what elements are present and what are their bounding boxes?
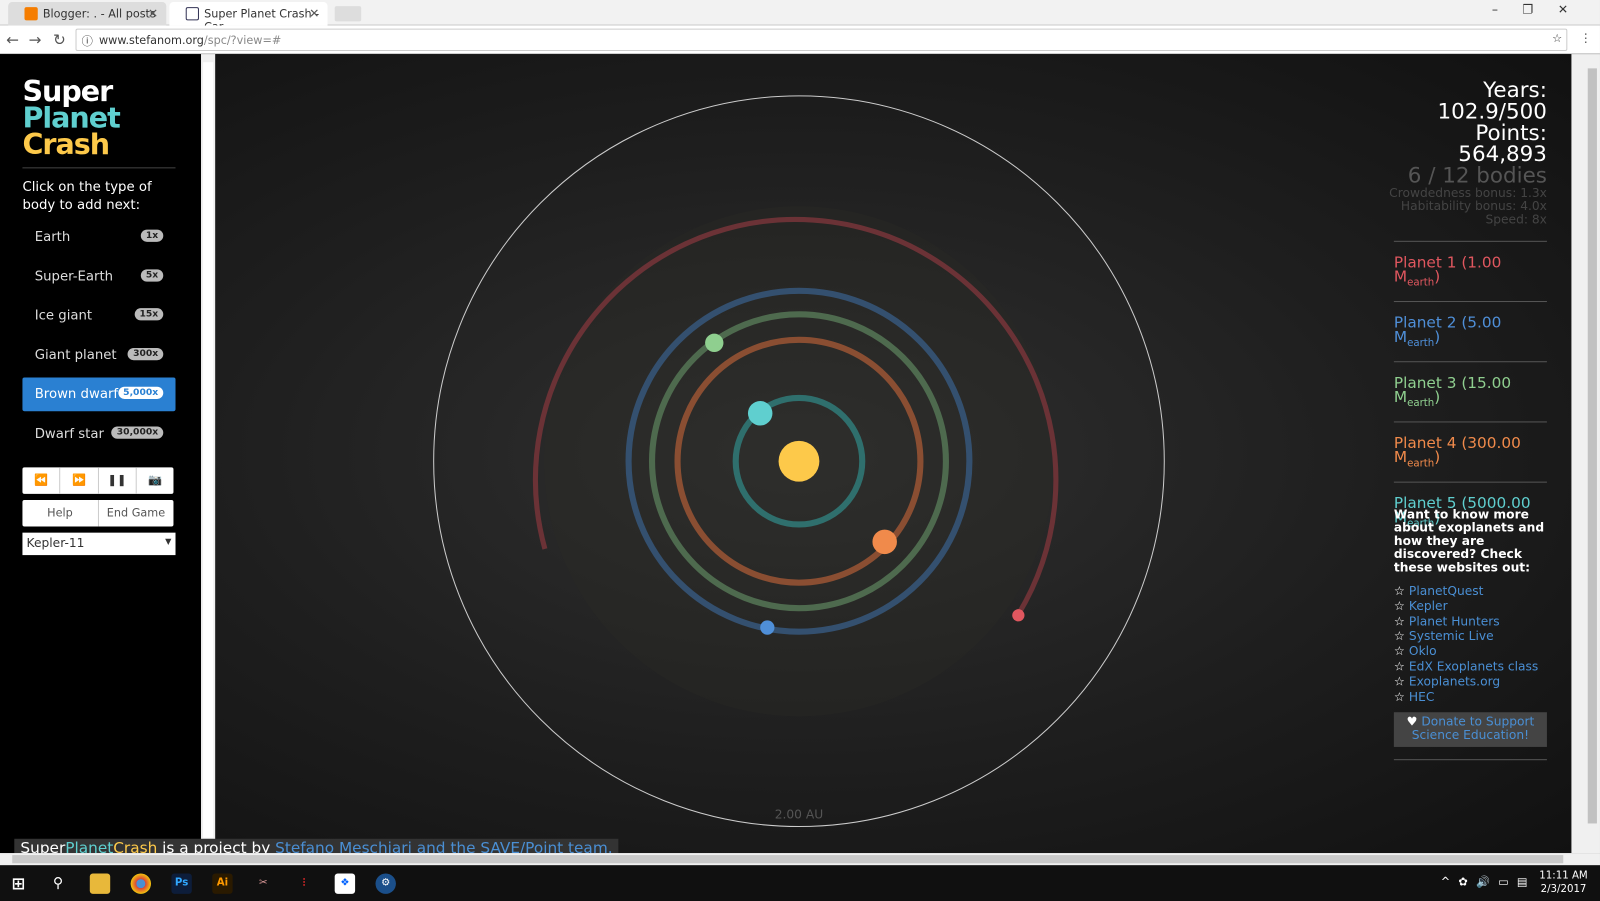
- body-type-ice-giant[interactable]: Ice giant 15x: [22, 299, 175, 333]
- planet-2[interactable]: [760, 620, 775, 635]
- scale-label: 2.00 AU: [775, 807, 823, 821]
- donate-button[interactable]: ♥ Donate to Support Science Education!: [1393, 712, 1547, 747]
- url-input[interactable]: ⓘ www.stefanom.org/spc/?view=# ☆: [75, 28, 1568, 52]
- preset-select[interactable]: Kepler-11 ▼: [22, 532, 176, 556]
- stats-panel: Years: 102.9/500 Points: 564,893 6 / 12 …: [1389, 77, 1547, 227]
- resource-link[interactable]: ☆ PlanetQuest: [1394, 584, 1542, 599]
- info-text: Want to know more about exoplanets and h…: [1393, 507, 1545, 575]
- logo: Super Planet Crash: [22, 74, 120, 162]
- planet-5[interactable]: [747, 401, 773, 426]
- body-type-super-earth[interactable]: Super-Earth 5x: [22, 260, 175, 294]
- points-value: 564,893: [1458, 141, 1547, 167]
- planet-4[interactable]: [872, 529, 897, 555]
- body-type-giant-planet[interactable]: Giant planet 300x: [22, 338, 175, 372]
- screenshot-button[interactable]: 📷: [136, 467, 173, 494]
- simulation-canvas[interactable]: 2.00 AU: [215, 54, 1572, 854]
- heart-icon: ♥: [1406, 714, 1422, 729]
- resource-link[interactable]: ☆ EdX Exoplanets class: [1394, 659, 1542, 674]
- star-icon: ☆: [1393, 613, 1405, 629]
- search-icon[interactable]: ⚲: [48, 873, 68, 893]
- taskbar: ⊞ ⚲ Ps Ai ✂ ⋮ ❖ ⚙ ^✿🔊▭▤ 11:11 AM 2/3/2017: [0, 865, 1600, 901]
- forward-icon[interactable]: →: [29, 31, 42, 49]
- blogger-icon: [24, 7, 38, 21]
- body-type-dwarf-star[interactable]: Dwarf star 30,000x: [22, 417, 175, 451]
- system-tray-icons[interactable]: ^✿🔊▭▤: [1441, 876, 1536, 889]
- end-game-button[interactable]: End Game: [98, 500, 173, 527]
- pause-button[interactable]: ❚❚: [98, 467, 137, 494]
- star-icon: ☆: [1393, 689, 1405, 704]
- dropbox-icon[interactable]: ❖: [334, 873, 356, 894]
- prompt-text: Click on the type of body to add next:: [22, 179, 152, 214]
- star[interactable]: [778, 440, 820, 482]
- planet-item-3[interactable]: Planet 3 (15.00 Mearth): [1393, 361, 1547, 421]
- fast-forward-button[interactable]: ⏩: [60, 467, 99, 494]
- multiplier-badge: 5x: [140, 268, 164, 282]
- app-icon[interactable]: ⋮: [294, 873, 314, 893]
- help-button[interactable]: Help: [22, 499, 99, 527]
- planet-item-4[interactable]: Planet 4 (300.00 Mearth): [1393, 421, 1547, 481]
- resource-link[interactable]: ☆ HEC: [1394, 689, 1542, 704]
- file-explorer-icon[interactable]: [89, 873, 111, 894]
- star-icon: ☆: [1393, 628, 1405, 644]
- planet-list: Planet 1 (1.00 Mearth) Planet 2 (5.00 Mea…: [1393, 240, 1547, 542]
- reload-icon[interactable]: ↻: [53, 31, 66, 49]
- planet-3[interactable]: [705, 333, 724, 353]
- address-bar-row: ← → ↻ ⓘ www.stefanom.org/spc/?view=# ☆ ⋮: [0, 25, 1600, 55]
- star-icon: ☆: [1393, 659, 1405, 674]
- new-tab-button[interactable]: [334, 6, 362, 22]
- window-controls[interactable]: –❐✕: [1492, 2, 1593, 16]
- sidebar-scrollbar[interactable]: [201, 54, 216, 854]
- star-icon: ☆: [1393, 598, 1405, 614]
- photoshop-icon[interactable]: Ps: [171, 873, 192, 894]
- playback-controls: ⏪ ⏩ ❚❚ 📷: [22, 467, 174, 494]
- windows-start-icon[interactable]: ⊞: [8, 873, 28, 893]
- resource-link[interactable]: ☆ Planet Hunters: [1394, 614, 1542, 629]
- star-icon: ☆: [1393, 644, 1405, 659]
- tab-blogger[interactable]: Blogger: . - All posts ✕: [8, 2, 167, 26]
- multiplier-badge: 15x: [134, 308, 164, 321]
- divider: [1393, 759, 1547, 761]
- dropdown-arrow-icon: ▼: [165, 536, 172, 546]
- orbit-view[interactable]: 2.00 AU: [215, 54, 1571, 853]
- steam-icon[interactable]: ⚙: [375, 873, 396, 894]
- planet-item-2[interactable]: Planet 2 (5.00 Mearth): [1393, 301, 1547, 361]
- illustrator-icon[interactable]: Ai: [212, 873, 233, 894]
- tab-bar: Blogger: . - All posts ✕ Super Planet Cra…: [0, 0, 1600, 34]
- star-icon[interactable]: ☆: [1552, 32, 1562, 45]
- body-type-earth[interactable]: Earth 1x: [22, 220, 175, 254]
- back-icon[interactable]: ←: [6, 31, 19, 49]
- close-tab-icon[interactable]: ✕: [309, 6, 319, 20]
- chrome-icon[interactable]: [130, 873, 152, 894]
- rewind-button[interactable]: ⏪: [22, 467, 61, 494]
- years-value: 102.9/500: [1437, 98, 1547, 124]
- multiplier-badge: 300x: [127, 347, 164, 360]
- resource-link[interactable]: ☆ Oklo: [1394, 644, 1542, 659]
- snipping-tool-icon[interactable]: ✂: [253, 873, 273, 893]
- close-tab-icon[interactable]: ✕: [148, 6, 158, 20]
- star-icon: ☆: [1393, 674, 1405, 689]
- clock[interactable]: 11:11 AM 2/3/2017: [1539, 869, 1587, 896]
- body-type-brown-dwarf[interactable]: Brown dwarf 5,000x: [22, 377, 176, 412]
- page-scrollbar[interactable]: [1571, 54, 1600, 854]
- page-icon: [185, 7, 199, 21]
- horizontal-scrollbar[interactable]: [0, 853, 1600, 866]
- multiplier-badge: 5,000x: [118, 386, 164, 399]
- planet-1[interactable]: [1012, 609, 1025, 622]
- multiplier-badge: 1x: [140, 229, 164, 242]
- menu-icon[interactable]: ⋮: [1580, 31, 1592, 45]
- resource-link[interactable]: ☆ Systemic Live: [1394, 629, 1542, 644]
- resource-link[interactable]: ☆ Kepler: [1394, 599, 1542, 614]
- bodies-count: 6 / 12 bodies: [1407, 163, 1547, 188]
- planet-item-1[interactable]: Planet 1 (1.00 Mearth): [1393, 240, 1547, 301]
- tab-super-planet-crash[interactable]: Super Planet Crash - Car✕: [169, 2, 328, 34]
- info-icon: ⓘ: [81, 34, 93, 48]
- star-icon: ☆: [1393, 583, 1405, 598]
- resource-link[interactable]: ☆ Exoplanets.org: [1394, 674, 1542, 689]
- sidebar: Super Planet Crash Click on the type of bo…: [0, 54, 202, 854]
- multiplier-badge: 30,000x: [111, 426, 164, 439]
- links-list: ☆ PlanetQuest ☆ Kepler ☆ Planet Hunters ☆ Syste…: [1394, 584, 1542, 705]
- divider: [22, 167, 176, 169]
